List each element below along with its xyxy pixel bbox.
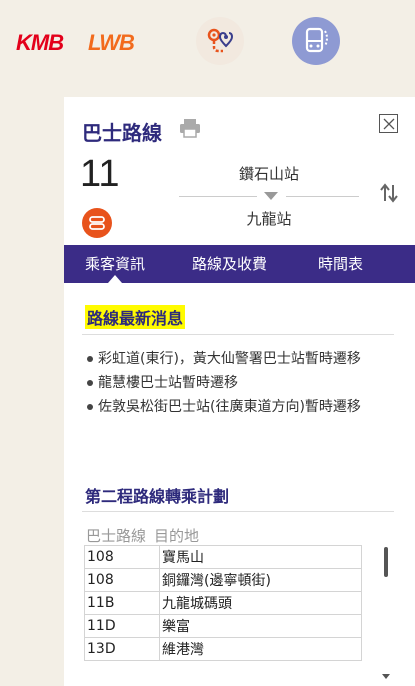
route-cell: 108: [84, 568, 160, 592]
scroll-down-icon[interactable]: [382, 674, 390, 679]
table-row[interactable]: 108 寶馬山: [84, 545, 362, 569]
direction-divider-right: [286, 196, 359, 197]
news-divider: [82, 334, 394, 335]
col-route-header: 巴士路線: [86, 527, 147, 545]
news-list: 彩虹道(東行)，黃大仙警署巴士站暫時遷移 龍慧樓巴士站暫時遷移 佐敦吳松街巴士站…: [86, 349, 386, 421]
table-row[interactable]: 11B 九龍城碼頭: [84, 591, 362, 615]
direction-arrow-icon: [264, 192, 278, 200]
table-row[interactable]: 108 銅鑼灣(邊寧頓街): [84, 568, 362, 592]
news-item[interactable]: 彩虹道(東行)，黃大仙警署巴士站暫時遷移: [86, 349, 386, 369]
table-scrollbar[interactable]: [384, 547, 388, 577]
tab-timetable[interactable]: 時間表: [318, 245, 363, 283]
route-number: 11: [80, 153, 120, 195]
interchange-table-header: 巴士路線 目的地: [86, 525, 207, 546]
panel-title: 巴士路線: [82, 121, 162, 145]
route-search-button[interactable]: [196, 17, 244, 65]
bus-icon: [305, 27, 328, 53]
close-icon[interactable]: [379, 114, 398, 133]
swap-direction-icon[interactable]: [379, 183, 399, 203]
dest-cell: 銅鑼灣(邊寧頓街): [159, 568, 362, 592]
col-dest-header: 目的地: [154, 527, 200, 545]
news-item[interactable]: 佐敦吳松街巴士站(往廣東道方向)暫時遷移: [86, 397, 386, 417]
destination-stop: 九龍站: [246, 210, 292, 228]
interchange-plan-heading: 第二程路線轉乘計劃: [85, 487, 230, 506]
tab-route-fare[interactable]: 路線及收費: [192, 245, 267, 283]
route-info-icon[interactable]: [82, 208, 112, 238]
kmb-logo[interactable]: KMB: [16, 30, 64, 56]
route-cell: 108: [84, 545, 160, 569]
table-row[interactable]: 13D 維港灣: [84, 637, 362, 661]
news-heading: 路線最新消息: [85, 305, 186, 329]
route-pin-icon: [207, 28, 234, 53]
dest-cell: 樂富: [159, 614, 362, 638]
dest-cell: 九龍城碼頭: [159, 591, 362, 615]
plan-divider: [82, 511, 394, 512]
bus-button[interactable]: [292, 17, 340, 65]
route-cell: 11D: [84, 614, 160, 638]
print-icon[interactable]: [179, 118, 201, 138]
direction-divider-left: [179, 196, 257, 197]
table-row[interactable]: 11D 樂富: [84, 614, 362, 638]
active-tab-caret: [108, 275, 122, 283]
route-cell: 13D: [84, 637, 160, 661]
top-bar: KMB LWB: [0, 0, 415, 92]
origin-stop: 鑽石山站: [238, 165, 299, 183]
route-panel: 巴士路線 11 鑽石山站 九龍站 乘客資訊 路線及收費 時間表 路線最新消息 彩…: [64, 97, 415, 686]
route-cell: 11B: [84, 591, 160, 615]
dest-cell: 寶馬山: [159, 545, 362, 569]
news-item[interactable]: 龍慧樓巴士站暫時遷移: [86, 373, 386, 393]
lwb-logo[interactable]: LWB: [88, 30, 135, 56]
interchange-table: 108 寶馬山 108 銅鑼灣(邊寧頓街) 11B 九龍城碼頭 11D 樂富 13D 維港…: [84, 545, 362, 661]
dest-cell: 維港灣: [159, 637, 362, 661]
